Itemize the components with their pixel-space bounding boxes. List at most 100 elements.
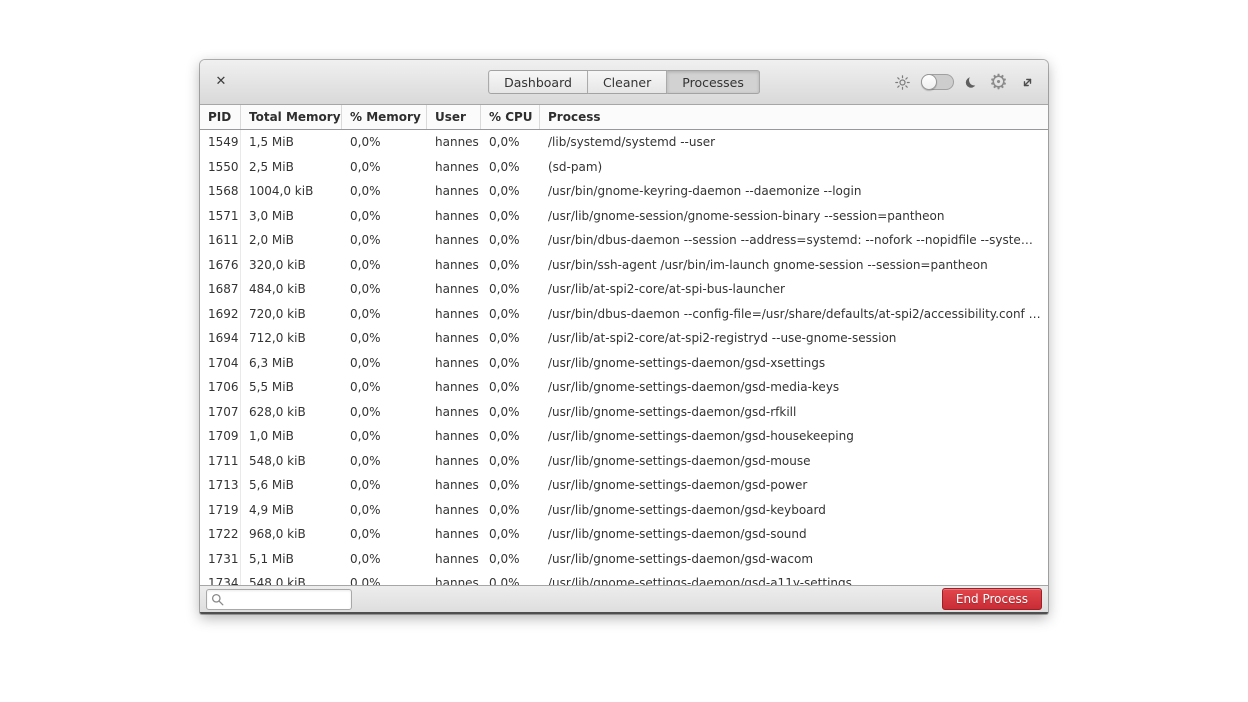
- cell-pid: 1611: [200, 228, 241, 253]
- cell-user: hannes: [427, 400, 481, 425]
- cell-user: hannes: [427, 375, 481, 400]
- table-row[interactable]: 17046,3 MiB0,0%hannes0,0%/usr/lib/gnome-…: [200, 351, 1048, 376]
- cell-user: hannes: [427, 253, 481, 278]
- cell-process: /usr/lib/gnome-settings-daemon/gsd-xsett…: [540, 351, 1048, 376]
- expand-icon[interactable]: [1019, 74, 1036, 91]
- table-row[interactable]: 15681004,0 kiB0,0%hannes0,0%/usr/bin/gno…: [200, 179, 1048, 204]
- table-row[interactable]: 17135,6 MiB0,0%hannes0,0%/usr/lib/gnome-…: [200, 473, 1048, 498]
- view-switcher: DashboardCleanerProcesses: [488, 70, 760, 94]
- cell-total-memory: 712,0 kiB: [241, 326, 342, 351]
- cell-process: /usr/lib/at-spi2-core/at-spi-bus-launche…: [540, 277, 1048, 302]
- column-header-cpu-pct[interactable]: % CPU: [481, 105, 540, 129]
- cell-pid: 1676: [200, 253, 241, 278]
- cell-process: /usr/bin/dbus-daemon --session --address…: [540, 228, 1048, 253]
- cell-cpu-pct: 0,0%: [481, 155, 540, 180]
- cell-cpu-pct: 0,0%: [481, 351, 540, 376]
- table-row[interactable]: 16112,0 MiB0,0%hannes0,0%/usr/bin/dbus-d…: [200, 228, 1048, 253]
- table-row[interactable]: 17065,5 MiB0,0%hannes0,0%/usr/lib/gnome-…: [200, 375, 1048, 400]
- cell-pid: 1711: [200, 449, 241, 474]
- table-row[interactable]: 17091,0 MiB0,0%hannes0,0%/usr/lib/gnome-…: [200, 424, 1048, 449]
- cell-cpu-pct: 0,0%: [481, 179, 540, 204]
- sun-icon: [895, 75, 910, 90]
- cell-total-memory: 548,0 kiB: [241, 449, 342, 474]
- cell-pid: 1694: [200, 326, 241, 351]
- column-header-user[interactable]: User: [427, 105, 481, 129]
- table-body: 15491,5 MiB0,0%hannes0,0%/lib/systemd/sy…: [200, 130, 1048, 585]
- cell-memory-pct: 0,0%: [342, 522, 427, 547]
- close-button[interactable]: ✕: [212, 73, 230, 91]
- end-process-button[interactable]: End Process: [942, 588, 1042, 610]
- cell-memory-pct: 0,0%: [342, 155, 427, 180]
- dark-mode-toggle[interactable]: [921, 74, 954, 90]
- cell-process: /lib/systemd/systemd --user: [540, 130, 1048, 155]
- cell-user: hannes: [427, 571, 481, 585]
- cell-process: /usr/lib/gnome-settings-daemon/gsd-rfkil…: [540, 400, 1048, 425]
- cell-user: hannes: [427, 302, 481, 327]
- table-row[interactable]: 1694712,0 kiB0,0%hannes0,0%/usr/lib/at-s…: [200, 326, 1048, 351]
- toggle-knob[interactable]: [921, 74, 937, 90]
- column-header-memory-pct[interactable]: % Memory: [342, 105, 427, 129]
- cell-pid: 1734: [200, 571, 241, 585]
- cell-pid: 1713: [200, 473, 241, 498]
- cell-user: hannes: [427, 130, 481, 155]
- cell-pid: 1692: [200, 302, 241, 327]
- column-header-process[interactable]: Process: [540, 105, 1048, 129]
- cell-total-memory: 1004,0 kiB: [241, 179, 342, 204]
- table-row[interactable]: 17315,1 MiB0,0%hannes0,0%/usr/lib/gnome-…: [200, 547, 1048, 572]
- titlebar-controls: ⚙: [895, 72, 1036, 92]
- table-row[interactable]: 1707628,0 kiB0,0%hannes0,0%/usr/lib/gnom…: [200, 400, 1048, 425]
- search-input[interactable]: [227, 592, 347, 606]
- cell-cpu-pct: 0,0%: [481, 473, 540, 498]
- cell-user: hannes: [427, 424, 481, 449]
- cell-pid: 1719: [200, 498, 241, 523]
- cell-memory-pct: 0,0%: [342, 473, 427, 498]
- table-row[interactable]: 1711548,0 kiB0,0%hannes0,0%/usr/lib/gnom…: [200, 449, 1048, 474]
- cell-total-memory: 1,5 MiB: [241, 130, 342, 155]
- cell-process: /usr/bin/dbus-daemon --config-file=/usr/…: [540, 302, 1048, 327]
- cell-memory-pct: 0,0%: [342, 302, 427, 327]
- cell-user: hannes: [427, 522, 481, 547]
- cell-user: hannes: [427, 473, 481, 498]
- search-icon: [211, 593, 224, 606]
- cell-memory-pct: 0,0%: [342, 424, 427, 449]
- cell-process: /usr/lib/gnome-settings-daemon/gsd-wacom: [540, 547, 1048, 572]
- table-row[interactable]: 1692720,0 kiB0,0%hannes0,0%/usr/bin/dbus…: [200, 302, 1048, 327]
- cell-memory-pct: 0,0%: [342, 449, 427, 474]
- titlebar: ✕ DashboardCleanerProcesses: [200, 60, 1048, 105]
- table-row[interactable]: 15713,0 MiB0,0%hannes0,0%/usr/lib/gnome-…: [200, 204, 1048, 229]
- cell-cpu-pct: 0,0%: [481, 277, 540, 302]
- cell-user: hannes: [427, 179, 481, 204]
- cell-memory-pct: 0,0%: [342, 326, 427, 351]
- cell-memory-pct: 0,0%: [342, 547, 427, 572]
- gear-icon[interactable]: ⚙: [989, 72, 1008, 92]
- cell-process: /usr/bin/ssh-agent /usr/bin/im-launch gn…: [540, 253, 1048, 278]
- cell-pid: 1709: [200, 424, 241, 449]
- column-header-total-memory[interactable]: Total Memory: [241, 105, 342, 129]
- cell-memory-pct: 0,0%: [342, 204, 427, 229]
- tab-cleaner[interactable]: Cleaner: [588, 70, 667, 94]
- cell-cpu-pct: 0,0%: [481, 228, 540, 253]
- cell-pid: 1549: [200, 130, 241, 155]
- cell-process: (sd-pam): [540, 155, 1048, 180]
- table-row[interactable]: 15502,5 MiB0,0%hannes0,0%(sd-pam): [200, 155, 1048, 180]
- tab-processes[interactable]: Processes: [667, 70, 760, 94]
- table-row[interactable]: 1676320,0 kiB0,0%hannes0,0%/usr/bin/ssh-…: [200, 253, 1048, 278]
- cell-pid: 1550: [200, 155, 241, 180]
- column-header-pid[interactable]: PID: [200, 105, 241, 129]
- table-row[interactable]: 17194,9 MiB0,0%hannes0,0%/usr/lib/gnome-…: [200, 498, 1048, 523]
- cell-cpu-pct: 0,0%: [481, 302, 540, 327]
- cell-pid: 1731: [200, 547, 241, 572]
- table-row[interactable]: 1734548,0 kiB0,0%hannes0,0%/usr/lib/gnom…: [200, 571, 1048, 585]
- end-process-label: End Process: [956, 592, 1028, 606]
- table-row[interactable]: 1722968,0 kiB0,0%hannes0,0%/usr/lib/gnom…: [200, 522, 1048, 547]
- search-entry[interactable]: [206, 589, 352, 610]
- cell-total-memory: 484,0 kiB: [241, 277, 342, 302]
- table-row[interactable]: 1687484,0 kiB0,0%hannes0,0%/usr/lib/at-s…: [200, 277, 1048, 302]
- cell-pid: 1706: [200, 375, 241, 400]
- cell-pid: 1722: [200, 522, 241, 547]
- cell-user: hannes: [427, 155, 481, 180]
- tab-dashboard[interactable]: Dashboard: [488, 70, 588, 94]
- cell-cpu-pct: 0,0%: [481, 400, 540, 425]
- cell-memory-pct: 0,0%: [342, 375, 427, 400]
- table-row[interactable]: 15491,5 MiB0,0%hannes0,0%/lib/systemd/sy…: [200, 130, 1048, 155]
